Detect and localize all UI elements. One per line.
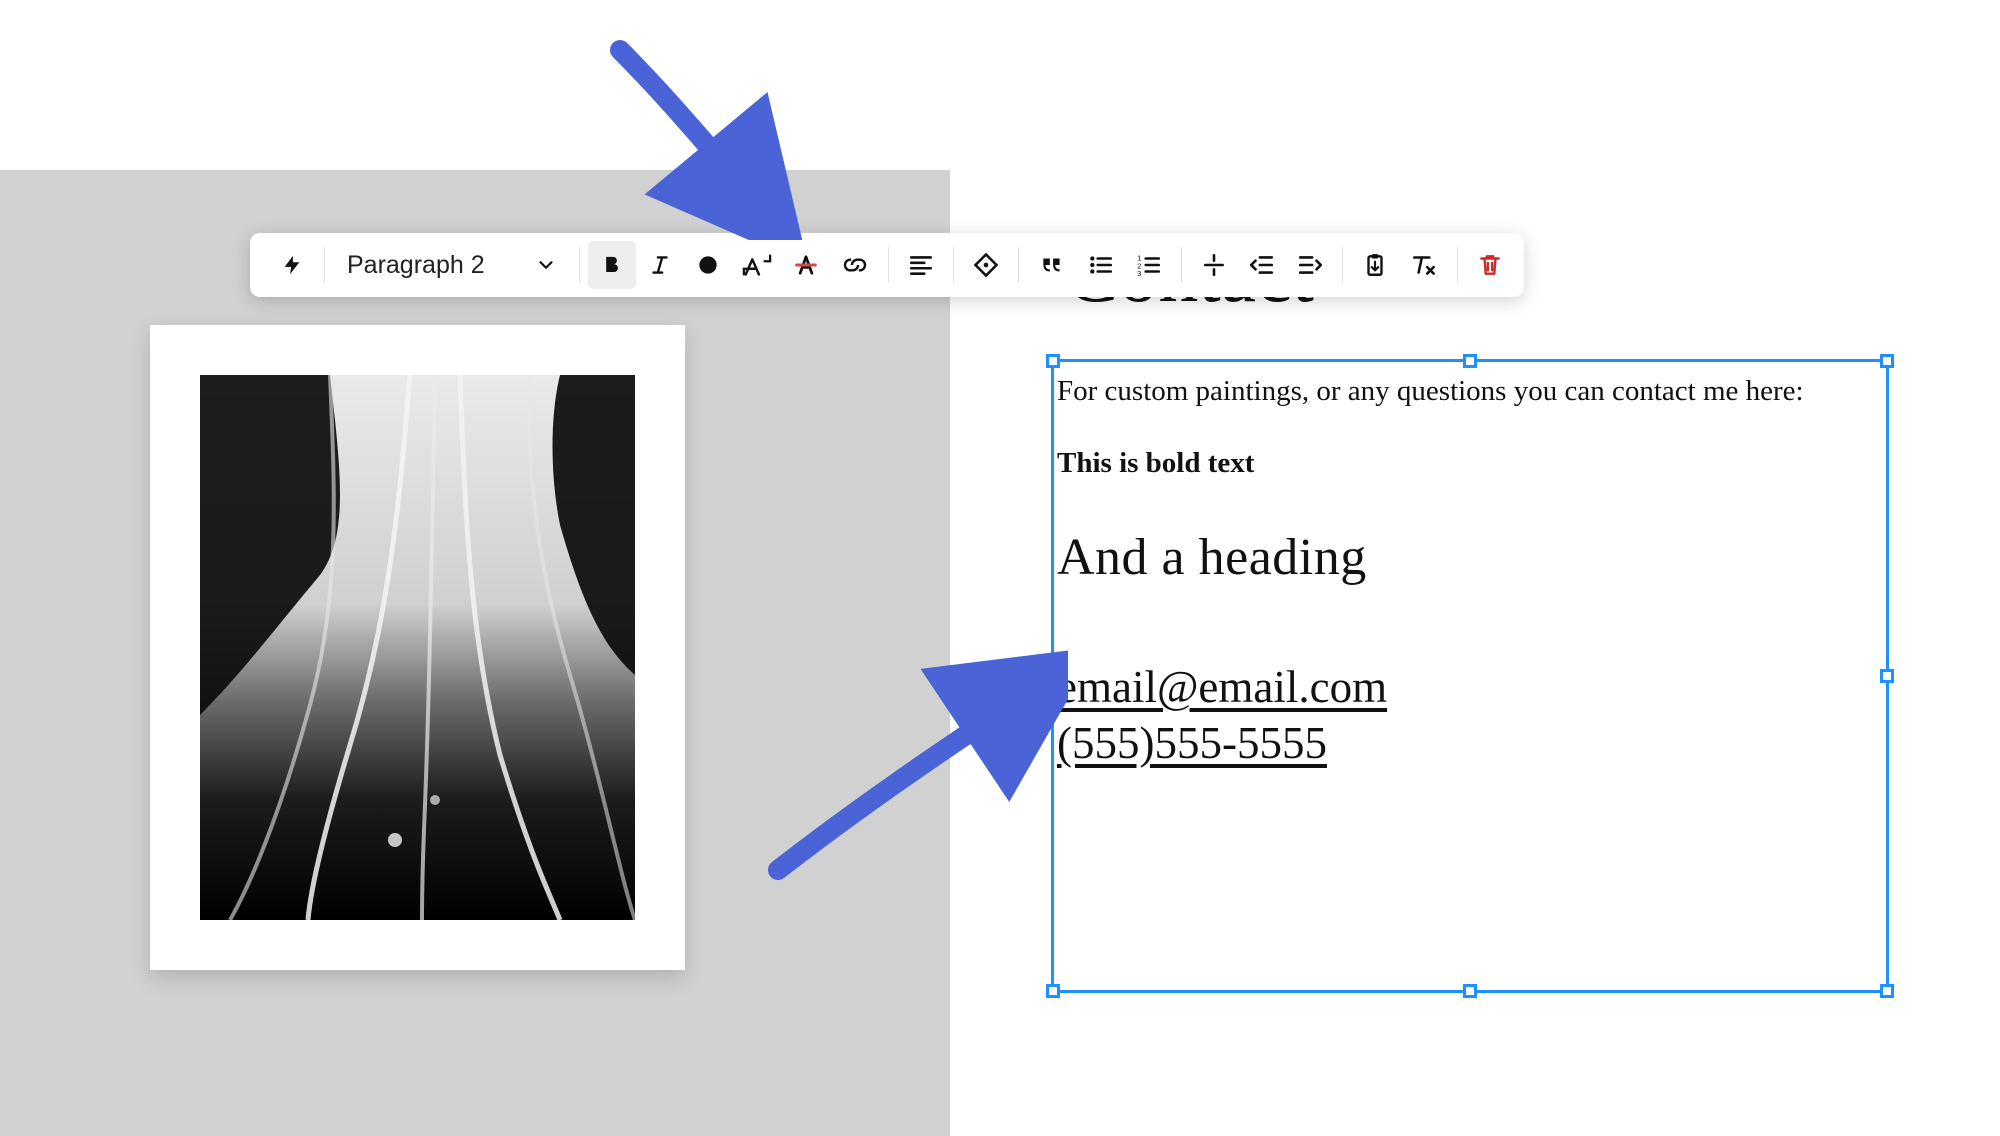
resize-handle-bm[interactable] bbox=[1463, 984, 1477, 998]
separator bbox=[1181, 247, 1182, 283]
resize-handle-mr[interactable] bbox=[1880, 669, 1894, 683]
strikethrough-button[interactable] bbox=[782, 241, 830, 289]
selection-outline[interactable] bbox=[1051, 359, 1889, 993]
paint-bucket-icon bbox=[972, 251, 1000, 279]
clear-format-button[interactable] bbox=[1399, 241, 1449, 289]
quote-button[interactable] bbox=[1027, 241, 1077, 289]
paragraph-style-label: Paragraph 2 bbox=[347, 251, 485, 280]
bold-button[interactable] bbox=[588, 241, 636, 289]
outdent-button[interactable] bbox=[1238, 241, 1286, 289]
clear-format-icon bbox=[1409, 252, 1439, 278]
resize-handle-tm[interactable] bbox=[1463, 354, 1477, 368]
separator bbox=[1018, 247, 1019, 283]
italic-button[interactable] bbox=[636, 241, 684, 289]
separator bbox=[953, 247, 954, 283]
resize-handle-br[interactable] bbox=[1880, 984, 1894, 998]
divider-button[interactable] bbox=[1190, 241, 1238, 289]
bold-icon bbox=[598, 251, 626, 279]
resize-handle-bl[interactable] bbox=[1046, 984, 1060, 998]
font-size-button[interactable] bbox=[732, 241, 782, 289]
image-frame[interactable] bbox=[150, 325, 685, 970]
indent-icon bbox=[1296, 252, 1324, 278]
quote-icon bbox=[1037, 252, 1067, 278]
indent-button[interactable] bbox=[1286, 241, 1334, 289]
link-button[interactable] bbox=[830, 241, 880, 289]
link-icon bbox=[840, 252, 870, 278]
italic-icon bbox=[647, 252, 673, 278]
separator bbox=[579, 247, 580, 283]
resize-handle-tl[interactable] bbox=[1046, 354, 1060, 368]
separator bbox=[1457, 247, 1458, 283]
delete-button[interactable] bbox=[1466, 241, 1514, 289]
strikethrough-icon bbox=[792, 251, 820, 279]
quick-actions-button[interactable] bbox=[268, 241, 316, 289]
numbered-list-icon: 123 bbox=[1135, 252, 1163, 278]
paste-button[interactable] bbox=[1351, 241, 1399, 289]
color-dot-icon bbox=[695, 252, 721, 278]
align-left-icon bbox=[908, 252, 934, 278]
resize-handle-tr[interactable] bbox=[1880, 354, 1894, 368]
separator bbox=[888, 247, 889, 283]
bullet-list-icon bbox=[1087, 252, 1115, 278]
text-toolbar: Paragraph 2 123 bbox=[250, 233, 1524, 297]
text-color-button[interactable] bbox=[684, 241, 732, 289]
highlight-button[interactable] bbox=[962, 241, 1010, 289]
align-button[interactable] bbox=[897, 241, 945, 289]
font-size-icon bbox=[742, 252, 772, 278]
bullet-list-button[interactable] bbox=[1077, 241, 1125, 289]
divider-icon bbox=[1200, 252, 1228, 278]
abstract-art-image bbox=[200, 375, 635, 920]
annotation-arrow-top bbox=[610, 40, 810, 240]
outdent-icon bbox=[1248, 252, 1276, 278]
clipboard-icon bbox=[1362, 251, 1388, 279]
annotation-arrow-left bbox=[768, 650, 1068, 880]
numbered-list-button[interactable]: 123 bbox=[1125, 241, 1173, 289]
svg-text:3: 3 bbox=[1137, 269, 1141, 278]
separator bbox=[324, 247, 325, 283]
separator bbox=[1342, 247, 1343, 283]
trash-icon bbox=[1477, 251, 1503, 279]
paragraph-style-select[interactable]: Paragraph 2 bbox=[333, 241, 571, 289]
chevron-down-icon bbox=[535, 254, 557, 276]
